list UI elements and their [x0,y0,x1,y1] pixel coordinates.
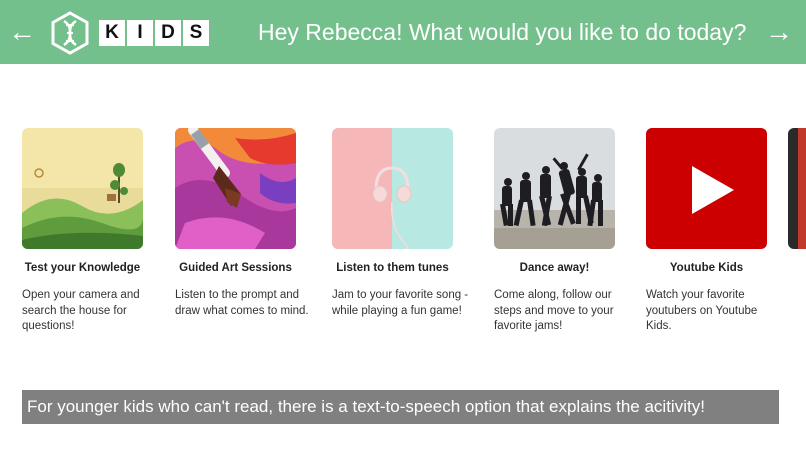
youtube-play-icon [646,128,767,249]
activity-description: Watch your favorite youtubers on Youtube… [646,289,758,332]
activity-description: Listen to the prompt and draw what comes… [175,289,309,317]
next-activity-thumbnail-edge [798,128,806,249]
activity-thumbnail-art[interactable] [175,128,296,249]
text-to-speech-banner: For younger kids who can't read, there i… [22,390,779,424]
activity-card-knowledge[interactable]: Test your Knowledge Open your camera and… [22,128,168,335]
activity-thumbnail-dance[interactable] [494,128,615,249]
brand-letter-s: S [183,20,209,46]
brand-wordmark: K I D S [99,20,209,46]
hills-landscape-illustration [22,128,143,249]
brand-letter-k: K [99,20,125,46]
activity-card-dance[interactable]: Dance away! Come along, follow our steps… [494,128,640,335]
paintbrush-on-paint [175,128,296,249]
activity-thumbnail-music[interactable] [332,128,453,249]
top-header: ← K I D S Hey Rebecca! What would you li… [0,0,806,64]
activity-title: Dance away! [519,262,590,274]
brand-letter-d: D [155,20,181,46]
arrow-left-icon[interactable]: ← [8,16,36,48]
next-activity-peek[interactable] [788,128,806,249]
activity-title: Guided Art Sessions [179,262,292,274]
activity-thumbnail-knowledge[interactable] [22,128,143,249]
activity-card-art[interactable]: Guided Art Sessions Listen to the prompt… [175,128,321,319]
activity-card-music[interactable]: Listen to them tunes Jam to your favorit… [332,128,478,319]
dance-group-photo [494,128,615,249]
arrow-right-icon[interactable]: → [765,16,793,48]
activity-description: Open your camera and search the house fo… [22,289,140,332]
activity-title: Youtube Kids [669,262,744,274]
activity-title: Test your Knowledge [24,262,141,274]
greeting-text: Hey Rebecca! What would you like to do t… [258,19,747,45]
brand-letter-i: I [127,20,153,46]
activity-description: Come along, follow our steps and move to… [494,289,614,332]
activity-description: Jam to your favorite song - while playin… [332,289,469,317]
activity-card-youtube[interactable]: Youtube Kids Watch your favorite youtube… [646,128,792,335]
headphones-on-pastel [332,128,453,249]
dna-hexagon-icon[interactable] [50,11,90,55]
activity-title: Listen to them tunes [336,262,449,274]
activity-thumbnail-youtube[interactable] [646,128,767,249]
